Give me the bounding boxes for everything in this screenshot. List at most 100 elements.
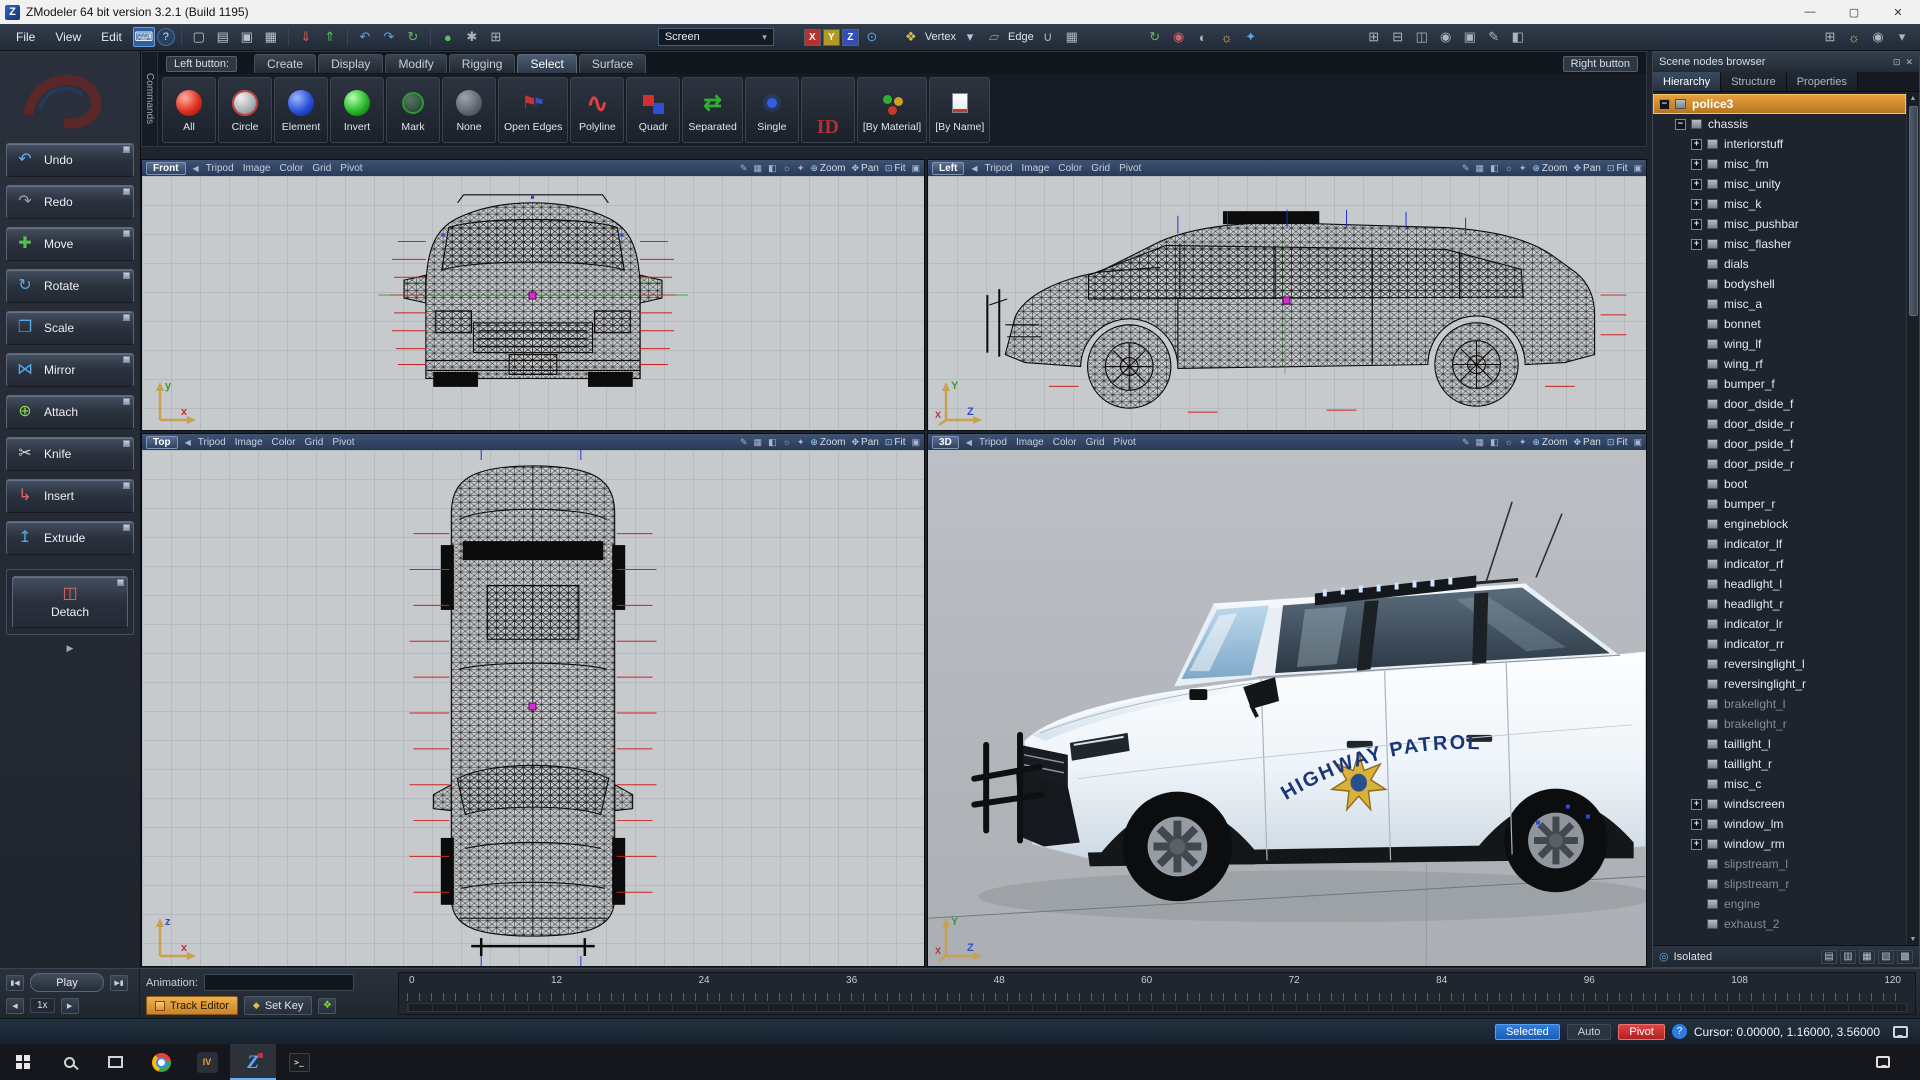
menu-pivot[interactable]: Pivot — [340, 163, 362, 174]
selected-mode-badge[interactable]: Selected — [1495, 1024, 1560, 1040]
step-forward-button[interactable]: ▶ — [61, 998, 79, 1014]
select-mode-button[interactable]: Invert — [330, 77, 384, 143]
select-mode-button[interactable]: Open Edges — [498, 77, 568, 143]
tree-expander-icon[interactable] — [1691, 839, 1702, 850]
tree-node[interactable]: indicator_lf — [1653, 534, 1906, 554]
light-icon[interactable]: ☼ — [1505, 163, 1513, 173]
tree-node[interactable]: window_rm — [1653, 834, 1906, 854]
ribbon-tab[interactable]: Select — [517, 54, 576, 73]
cursor-help-icon[interactable]: ? — [1672, 1024, 1687, 1039]
sort-view-icon[interactable]: ▩ — [1897, 950, 1913, 964]
pencil-icon[interactable]: ✎ — [1462, 163, 1470, 174]
taskbar-chrome-button[interactable] — [138, 1044, 184, 1080]
tree-node[interactable]: window_lm — [1653, 814, 1906, 834]
tree-node[interactable]: headlight_r — [1653, 594, 1906, 614]
undo-icon[interactable]: ↶ — [354, 27, 376, 47]
star-icon[interactable]: ✦ — [797, 163, 805, 174]
target-icon[interactable]: ◉ — [1168, 27, 1190, 47]
tool-button[interactable]: Rotate — [6, 269, 134, 303]
shade-icon[interactable]: ◧ — [1490, 163, 1499, 174]
ribbon-tab[interactable]: Modify — [385, 54, 446, 73]
light-icon[interactable]: ☼ — [783, 163, 791, 173]
select-mode-button[interactable]: [By Name] — [929, 77, 990, 143]
tree-node[interactable]: headlight_l — [1653, 574, 1906, 594]
more-tools-arrow[interactable]: ▶ — [0, 643, 140, 654]
viewport-top-canvas[interactable]: z x — [142, 450, 924, 966]
select-mode-button[interactable]: Circle — [218, 77, 272, 143]
panel-tab[interactable]: Structure — [1721, 72, 1787, 91]
scrollbar-thumb[interactable] — [1909, 106, 1918, 316]
menu-edit[interactable]: Edit — [91, 30, 132, 44]
viewport-front-canvas[interactable]: y x — [142, 176, 924, 430]
select-mode-button[interactable]: Element — [274, 77, 328, 143]
fit-button[interactable]: ⊡Fit — [885, 437, 906, 448]
action-center-button[interactable] — [1860, 1044, 1906, 1080]
timeline-ruler[interactable]: 01224364860728496108120 — [398, 972, 1916, 1015]
ribbon-tab[interactable]: Display — [318, 54, 383, 73]
isolated-icon[interactable]: ◎ — [1659, 950, 1669, 963]
tree-node[interactable]: door_dside_r — [1653, 414, 1906, 434]
shade-icon[interactable]: ◧ — [768, 437, 777, 448]
snap-icon[interactable]: ⊙ — [861, 27, 883, 47]
screen-mode-dropdown[interactable]: Screen ▾ — [658, 28, 774, 46]
pivot-mode-badge[interactable]: Pivot — [1618, 1024, 1664, 1040]
camera-icon[interactable]: ◉ — [1435, 27, 1457, 47]
step-back-button[interactable]: ◀ — [6, 998, 24, 1014]
menu-color[interactable]: Color — [1058, 163, 1082, 174]
select-mode-button[interactable]: Single — [745, 77, 799, 143]
redo-icon[interactable]: ↷ — [378, 27, 400, 47]
filter-view-icon[interactable]: ▧ — [1878, 950, 1894, 964]
keyboard-shortcuts-icon[interactable]: ⌨ — [133, 27, 155, 47]
select-mode-button[interactable]: Mark — [386, 77, 440, 143]
menu-pivot[interactable]: Pivot — [1119, 163, 1141, 174]
tree-expander-icon[interactable] — [1691, 199, 1702, 210]
select-mode-button[interactable]: Polyline — [570, 77, 624, 143]
tree-expander-icon[interactable] — [1691, 819, 1702, 830]
pencil-icon[interactable]: ✎ — [1483, 27, 1505, 47]
zoom-button[interactable]: ⊕Zoom — [810, 163, 845, 174]
vertex-dropdown-icon[interactable]: ▾ — [959, 27, 981, 47]
go-end-button[interactable]: ▶▮ — [110, 975, 128, 991]
menu-image[interactable]: Image — [1021, 163, 1049, 174]
tree-node[interactable]: misc_k — [1653, 194, 1906, 214]
grid-icon[interactable]: ▦ — [754, 163, 763, 174]
edge-mode-label[interactable]: Edge — [1008, 31, 1034, 43]
vertex-mode-label[interactable]: Vertex — [925, 31, 956, 43]
tool-button[interactable]: Extrude — [6, 521, 134, 555]
menu-color[interactable]: Color — [279, 163, 303, 174]
taskbar-search-button[interactable] — [46, 1044, 92, 1080]
zoom-button[interactable]: ⊕Zoom — [1532, 163, 1567, 174]
tool-button[interactable]: Scale — [6, 311, 134, 345]
layout-quad-icon[interactable]: ⊞ — [1363, 27, 1385, 47]
shade-icon[interactable]: ◧ — [1490, 437, 1499, 448]
pan-button[interactable]: ✥Pan — [1573, 163, 1600, 174]
viewport-left-canvas[interactable]: Y Z X — [928, 176, 1646, 430]
menu-view[interactable]: View — [45, 30, 91, 44]
task-view-button[interactable] — [92, 1044, 138, 1080]
panel-tab[interactable]: Properties — [1787, 72, 1858, 91]
tree-node[interactable]: misc_unity — [1653, 174, 1906, 194]
keyframe-button[interactable]: ❖ — [318, 998, 336, 1014]
tree-node[interactable]: misc_fm — [1653, 154, 1906, 174]
menu-tripod[interactable]: Tripod — [206, 163, 234, 174]
menu-pivot[interactable]: Pivot — [332, 437, 354, 448]
tree-node[interactable]: misc_flasher — [1653, 234, 1906, 254]
tree-node[interactable]: exhaust_2 — [1653, 914, 1906, 934]
menu-grid[interactable]: Grid — [1091, 163, 1110, 174]
tree-scrollbar[interactable]: ▲ ▼ — [1906, 92, 1919, 945]
pencil-icon[interactable]: ✎ — [1462, 437, 1470, 448]
ribbon-tab[interactable]: Surface — [579, 54, 646, 73]
tree-expander-icon[interactable] — [1691, 219, 1702, 230]
tree-node[interactable]: indicator_lr — [1653, 614, 1906, 634]
menu-file[interactable]: File — [6, 30, 45, 44]
star-icon[interactable]: ✦ — [1519, 437, 1527, 448]
orbit-icon[interactable]: ↻ — [1144, 27, 1166, 47]
scroll-up-icon[interactable]: ▲ — [1908, 92, 1919, 104]
pan-button[interactable]: ✥Pan — [851, 437, 878, 448]
set-key-button[interactable]: ◆Set Key — [244, 996, 312, 1015]
viewport-back-icon[interactable]: ◀ — [185, 438, 191, 447]
close-panel-icon[interactable]: ✕ — [1905, 57, 1913, 68]
vertex-mode-icon[interactable]: ❖ — [900, 27, 922, 47]
taskbar-terminal-button[interactable]: >_ — [276, 1044, 322, 1080]
magnet-icon[interactable]: ∪ — [1037, 27, 1059, 47]
